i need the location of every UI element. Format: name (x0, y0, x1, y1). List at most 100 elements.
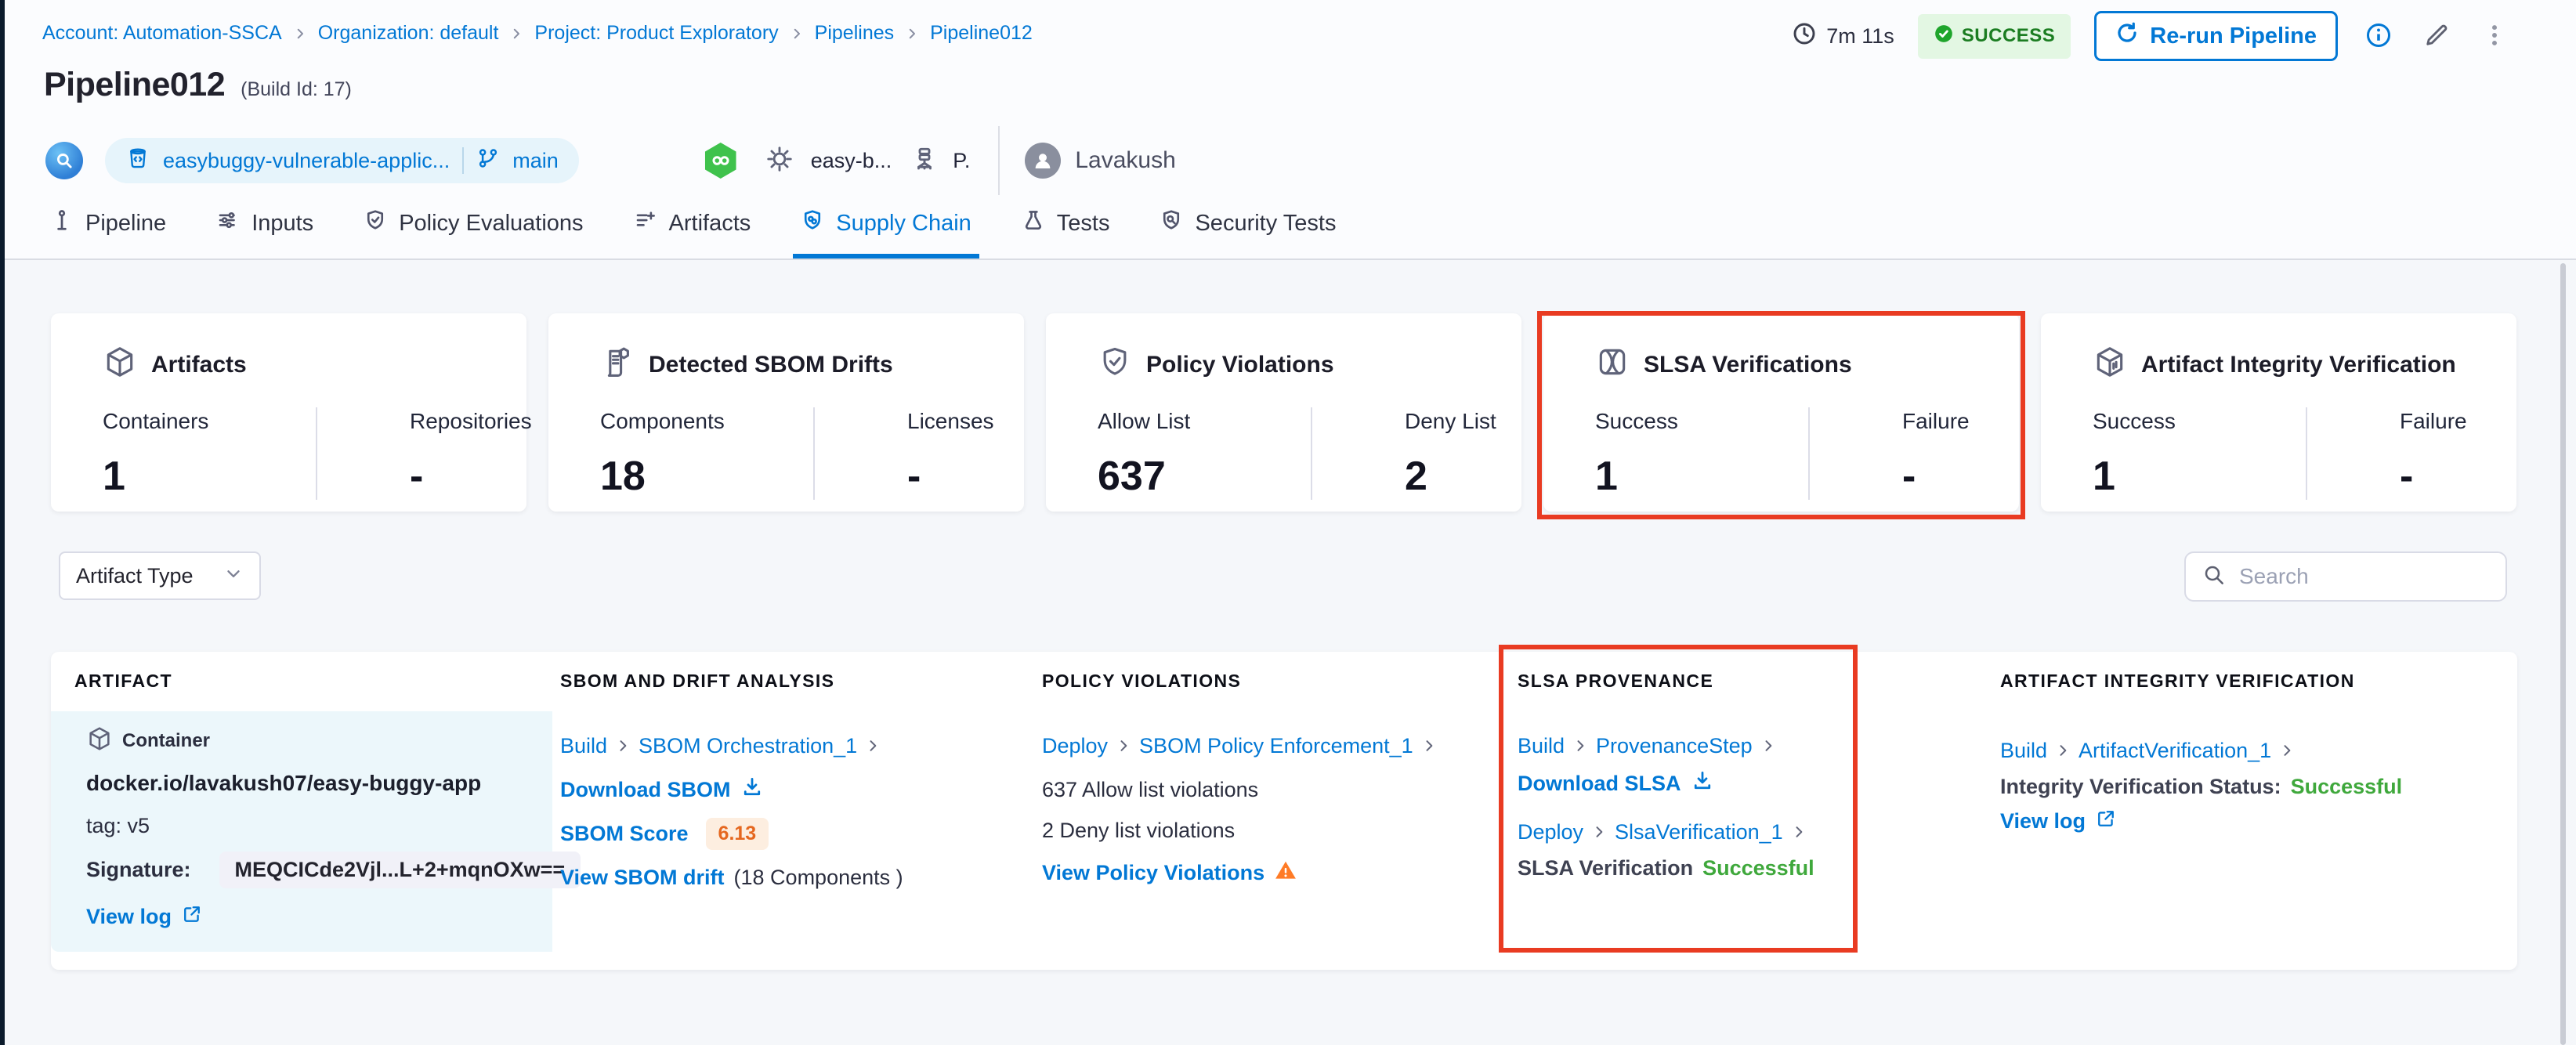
card-artifact-integrity: Artifact Integrity Verification Success … (2041, 313, 2516, 512)
external-link-icon (2095, 808, 2117, 835)
policy-stage-link[interactable]: Deploy (1042, 734, 1108, 758)
search-icon (2202, 562, 2227, 591)
tab-label: Inputs (251, 210, 314, 236)
sbom-stage-link[interactable]: Build (560, 734, 607, 758)
ci-module-icon (704, 143, 736, 179)
integrity-status-label: Integrity Verification Status: (2000, 774, 2281, 798)
page-header: Account: Automation-SSCA Organization: d… (5, 0, 2576, 260)
view-log-link[interactable]: View log (86, 905, 172, 929)
stat-allow-list: Allow List 637 (1098, 409, 1191, 499)
chevron-right-icon (293, 27, 307, 41)
sbom-document-icon (600, 345, 635, 385)
clock-icon (1792, 21, 1817, 52)
status-text: SUCCESS (1961, 25, 2056, 46)
chevron-down-icon (223, 563, 244, 589)
slsa-verification-stage-link[interactable]: Deploy (1518, 820, 1583, 844)
integrity-cell: Build ArtifactVerification_1 Integrity V… (2000, 736, 2402, 835)
integrity-cube-icon (2093, 345, 2127, 385)
integrity-step-link[interactable]: ArtifactVerification_1 (2079, 739, 2271, 763)
tab-inputs[interactable]: Inputs (208, 193, 321, 259)
integrity-stage-link[interactable]: Build (2000, 739, 2047, 763)
policy-step-link[interactable]: SBOM Policy Enforcement_1 (1139, 734, 1413, 758)
column-header-policy: POLICY VIOLATIONS (1042, 671, 1242, 691)
deny-list-violations: 2 Deny list violations (1042, 818, 1236, 842)
rerun-pipeline-button[interactable]: Re-run Pipeline (2094, 11, 2338, 61)
duration-text: 7m 11s (1826, 24, 1894, 48)
execution-info-button[interactable] (2361, 19, 2396, 53)
execution-tabbar: Pipeline Inputs Policy Evaluations Artif… (42, 193, 1344, 259)
integrity-status-value: Successful (2290, 774, 2403, 798)
title-row: Pipeline012 (Build Id: 17) (44, 66, 352, 104)
kebab-menu-icon (2481, 22, 2508, 51)
card-title: Detected SBOM Drifts (649, 352, 893, 378)
breadcrumb-organization[interactable]: Organization: default (318, 22, 499, 45)
stat-repositories: Repositories - (316, 407, 532, 500)
stat-slsa-failure: Failure - (1808, 407, 2019, 500)
list-plus-icon (634, 208, 657, 238)
sbom-drift-note: (18 Components ) (733, 865, 903, 889)
breadcrumb-pipeline012[interactable]: Pipeline012 (930, 22, 1033, 45)
card-slsa-verifications: SLSA Verifications Success 1 Failure - (1543, 313, 2019, 512)
card-title: SLSA Verifications (1644, 352, 1852, 378)
view-log-link[interactable]: View log (2000, 809, 2086, 833)
view-policy-violations-link[interactable]: View Policy Violations (1042, 861, 1264, 885)
run-meta: 7m 11s SUCCESS Re-run Pipeline (1792, 11, 2512, 61)
slsa-status-value: Successful (1702, 855, 1814, 880)
edit-pipeline-button[interactable] (2419, 19, 2454, 53)
column-header-sbom: SBOM AND DRIFT ANALYSIS (560, 671, 835, 691)
run-duration: 7m 11s (1792, 21, 1894, 52)
slsa-provenance-stage-link[interactable]: Build (1518, 734, 1565, 758)
tab-tests[interactable]: Tests (1014, 193, 1118, 259)
download-sbom-link[interactable]: Download SBOM (560, 778, 731, 802)
stat-slsa-success: Success 1 (1595, 409, 1678, 499)
stat-components: Components 18 (600, 409, 725, 499)
cube-icon (86, 725, 113, 758)
tab-artifacts[interactable]: Artifacts (626, 193, 759, 259)
card-artifacts: Artifacts Containers 1 Repositories - (51, 313, 532, 512)
shield-search-icon (1160, 208, 1183, 238)
view-sbom-drift-link[interactable]: View SBOM drift (560, 866, 725, 890)
slsa-badge-icon (1595, 345, 1630, 385)
signature-value[interactable]: MEQCICde2Vjl...L+2+mqnOXw== (219, 851, 581, 888)
supply-chain-page: Account: Automation-SSCA Organization: d… (0, 0, 2576, 1045)
download-slsa-link[interactable]: Download SLSA (1518, 772, 1681, 796)
tab-supply-chain[interactable]: Supply Chain (793, 193, 979, 259)
policy-cell: Deploy SBOM Policy Enforcement_1 637 All… (1042, 732, 1437, 887)
tab-security-tests[interactable]: Security Tests (1152, 193, 1344, 259)
card-title: Artifacts (151, 352, 247, 378)
artifact-type-dropdown[interactable]: Artifact Type (59, 551, 261, 600)
artifact-type-badge: Container (122, 730, 211, 751)
column-header-slsa: SLSA PROVENANCE (1518, 671, 1714, 691)
tab-label: Security Tests (1195, 210, 1337, 236)
breadcrumb-pipelines[interactable]: Pipelines (815, 22, 894, 45)
tab-policy-evaluations[interactable]: Policy Evaluations (356, 193, 591, 259)
tab-label: Pipeline (85, 210, 167, 236)
card-policy-violations: Policy Violations Allow List 637 Deny Li… (1046, 313, 1521, 512)
breadcrumb-project[interactable]: Project: Product Exploratory (534, 22, 778, 45)
external-link-icon (181, 903, 203, 931)
breadcrumb-account[interactable]: Account: Automation-SSCA (42, 22, 282, 45)
summary-cards: Artifacts Containers 1 Repositories - De… (51, 313, 2516, 512)
chevron-right-icon (1760, 738, 1776, 754)
sbom-score-link[interactable]: SBOM Score (560, 822, 689, 846)
slsa-provenance-step-link[interactable]: ProvenanceStep (1596, 734, 1753, 758)
pencil-icon (2422, 21, 2451, 52)
download-icon (740, 776, 764, 805)
tab-label: Artifacts (668, 210, 751, 236)
tab-pipeline[interactable]: Pipeline (42, 193, 174, 259)
refresh-icon (2115, 21, 2139, 51)
slsa-status-label: SLSA Verification (1518, 855, 1694, 880)
search-input[interactable] (2239, 564, 2474, 589)
shield-check-icon (1098, 345, 1132, 385)
execution-meta-row: easybuggy-vulnerable-applic... main easy… (45, 126, 1176, 195)
column-header-integrity: ARTIFACT INTEGRITY VERIFICATION (2000, 671, 2355, 691)
signature-label: Signature: (86, 857, 191, 881)
repo-branch-pill[interactable]: easybuggy-vulnerable-applic... main (105, 138, 579, 183)
breadcrumb: Account: Automation-SSCA Organization: d… (42, 22, 1033, 45)
sbom-step-link[interactable]: SBOM Orchestration_1 (639, 734, 857, 758)
slsa-verification-step-link[interactable]: SlsaVerification_1 (1615, 820, 1783, 844)
vertical-scrollbar[interactable] (2560, 263, 2566, 1045)
chevron-right-icon (615, 738, 631, 754)
chevron-right-icon (509, 27, 523, 41)
more-options-button[interactable] (2477, 19, 2512, 53)
